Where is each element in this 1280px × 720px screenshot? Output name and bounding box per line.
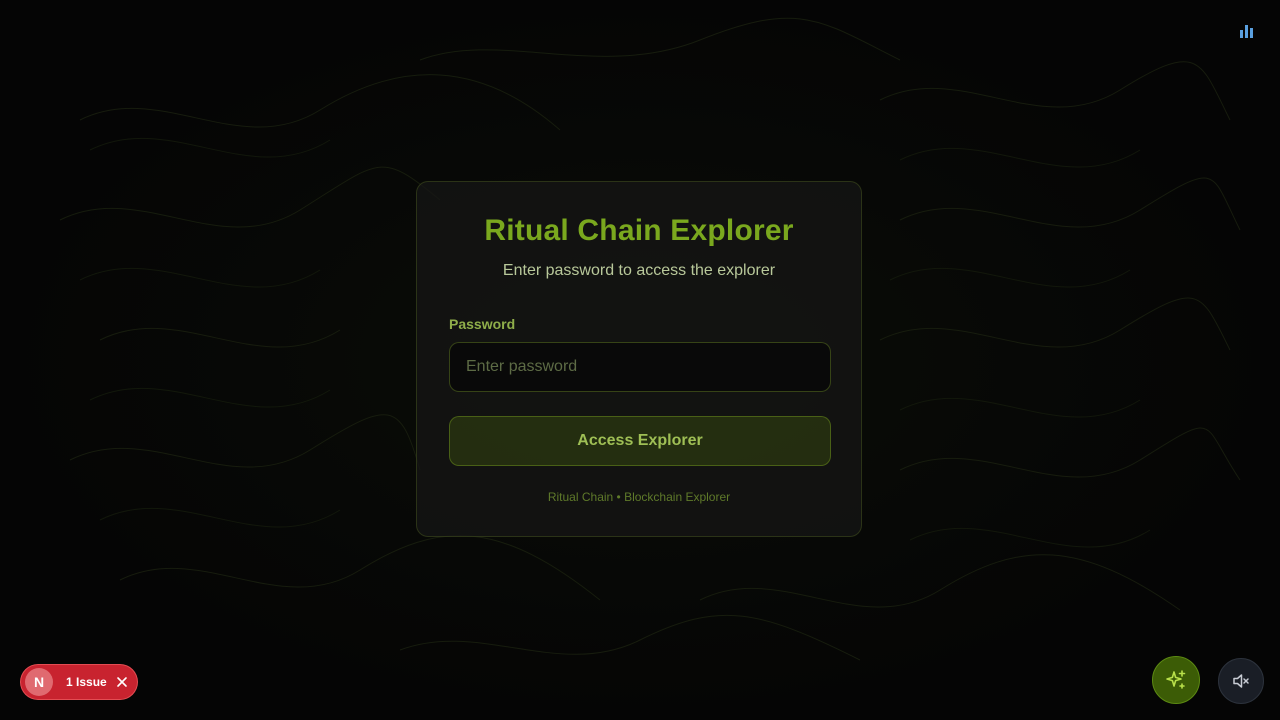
bar-chart-icon[interactable] — [1240, 22, 1256, 38]
issues-count-label[interactable]: 1 Issue — [66, 675, 107, 689]
speaker-muted-icon — [1233, 674, 1249, 688]
sparkles-icon — [1166, 670, 1186, 689]
nextjs-logo-icon[interactable]: N — [25, 668, 53, 696]
password-label: Password — [449, 316, 516, 332]
access-explorer-button[interactable]: Access Explorer — [449, 416, 831, 466]
footer-text: Ritual Chain • Blockchain Explorer — [547, 490, 731, 504]
login-card: Ritual Chain Explorer Enter password to … — [416, 181, 862, 537]
mute-toggle-button[interactable] — [1218, 658, 1264, 704]
password-input[interactable] — [449, 342, 831, 392]
page-title: Ritual Chain Explorer — [484, 214, 794, 247]
close-icon[interactable] — [115, 675, 129, 689]
issues-badge[interactable]: N 1 Issue — [20, 664, 138, 700]
ai-assistant-button[interactable] — [1152, 656, 1200, 704]
page-subtitle: Enter password to access the explorer — [502, 262, 776, 279]
